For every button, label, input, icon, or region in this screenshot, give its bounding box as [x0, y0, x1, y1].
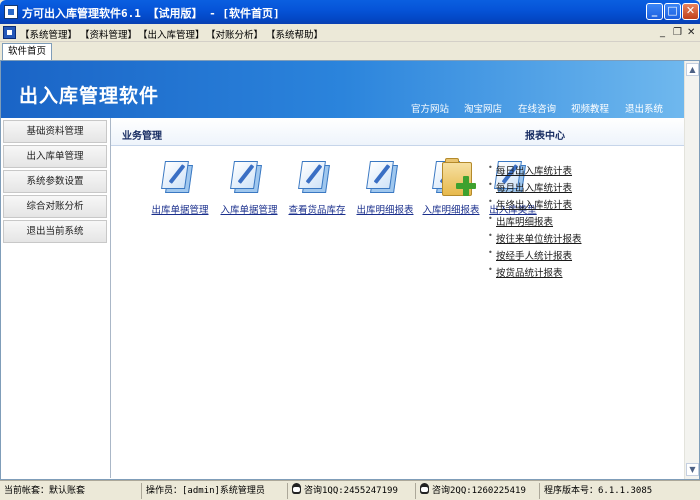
banner-title: 出入库管理软件	[19, 85, 160, 107]
report-list: • 每日出入库统计表 • 每月出入库统计表 • 年终出入库统计表 • 出库明细报表 • 按…	[488, 163, 582, 282]
qq2-text: 咨询2QQ:1260225419	[432, 486, 526, 496]
report-item[interactable]: • 按往来单位统计报表	[488, 231, 582, 248]
qq-icon	[292, 483, 301, 494]
menu-reconcile[interactable]: 【对账分析】	[206, 27, 263, 41]
window-title: 方可出入库管理软件6.1 【试用版】 - [软件首页]	[22, 7, 280, 20]
tab-strip: 软件首页	[0, 42, 700, 60]
sidebar: 基础资料管理 出入库单管理 系统参数设置 综合对账分析 退出当前系统	[1, 118, 111, 478]
app-icon	[4, 5, 18, 19]
module-outbound-detail-report[interactable]: 出库明细报表	[350, 161, 420, 216]
status-bar: 当前帐套：默认账套 操作员：[admin]系统管理员 咨询1QQ:2455247…	[0, 480, 700, 500]
sidebar-item-stock-orders[interactable]: 出入库单管理	[3, 145, 107, 168]
document-pen-icon	[366, 161, 402, 197]
module-label[interactable]: 查看货品库存	[282, 202, 352, 216]
module-inbound-orders[interactable]: 入库单据管理	[214, 161, 284, 216]
document-pen-icon	[230, 161, 266, 197]
minimize-button[interactable]: _	[646, 3, 663, 20]
close-button[interactable]: ✕	[682, 3, 699, 20]
nav-exit-system[interactable]: 退出系统	[625, 101, 663, 115]
module-label[interactable]: 出库明细报表	[350, 202, 420, 216]
report-item[interactable]: • 每日出入库统计表	[488, 163, 582, 180]
mdi-close-button[interactable]: ✕	[687, 27, 695, 38]
qq-icon	[420, 483, 429, 494]
qq1-text: 咨询1QQ:2455247199	[304, 486, 398, 496]
status-operator: 操作员：[admin]系统管理员	[142, 483, 288, 499]
status-qq1: 咨询1QQ:2455247199	[288, 483, 416, 499]
sidebar-item-settings[interactable]: 系统参数设置	[3, 170, 107, 193]
section-header: 业务管理 报表中心	[111, 118, 684, 146]
bullet-icon: •	[488, 265, 493, 274]
maximize-button[interactable]: □	[664, 3, 681, 20]
menu-stock[interactable]: 【出入库管理】	[138, 27, 205, 41]
report-item[interactable]: • 按经手人统计报表	[488, 248, 582, 265]
status-qq2: 咨询2QQ:1260225419	[416, 483, 540, 499]
module-label[interactable]: 出库单据管理	[145, 202, 215, 216]
folder-add-icon[interactable]	[442, 158, 476, 196]
bullet-icon: •	[488, 248, 493, 257]
mdi-minimize-button[interactable]: _	[660, 27, 665, 38]
nav-official-site[interactable]: 官方网站	[411, 101, 449, 115]
report-item[interactable]: • 年终出入库统计表	[488, 197, 582, 214]
report-item[interactable]: • 按货品统计报表	[488, 265, 582, 282]
bullet-icon: •	[488, 163, 493, 172]
report-item[interactable]: • 每月出入库统计表	[488, 180, 582, 197]
content-frame: 出入库管理软件 官方网站 淘宝网店 在线咨询 视频教程 退出系统 ▲ ▼ 基础资…	[0, 60, 700, 480]
bullet-icon: •	[488, 180, 493, 189]
menu-data[interactable]: 【资料管理】	[80, 27, 137, 41]
bullet-icon: •	[488, 214, 493, 223]
module-label[interactable]: 入库单据管理	[214, 202, 284, 216]
title-bar: 方可出入库管理软件6.1 【试用版】 - [软件首页] _ □ ✕	[0, 0, 700, 24]
status-account: 当前帐套：默认账套	[0, 483, 142, 499]
nav-video-tutorial[interactable]: 视频教程	[571, 101, 609, 115]
section-title-business: 业务管理	[122, 131, 162, 142]
sidebar-item-basic-data[interactable]: 基础资料管理	[3, 120, 107, 143]
sidebar-item-exit[interactable]: 退出当前系统	[3, 220, 107, 243]
module-label[interactable]: 入库明细报表	[416, 202, 486, 216]
nav-online-consult[interactable]: 在线咨询	[518, 101, 556, 115]
sidebar-item-reconcile[interactable]: 综合对账分析	[3, 195, 107, 218]
section-title-reports: 报表中心	[525, 131, 565, 142]
scroll-down-icon[interactable]: ▼	[686, 463, 699, 476]
bullet-icon: •	[488, 231, 493, 240]
scroll-up-icon[interactable]: ▲	[686, 63, 699, 76]
bullet-icon: •	[488, 197, 493, 206]
menu-system[interactable]: 【系统管理】	[20, 27, 77, 41]
menu-help[interactable]: 【系统帮助】	[266, 27, 323, 41]
module-view-inventory[interactable]: 查看货品库存	[282, 161, 352, 216]
tab-home[interactable]: 软件首页	[2, 43, 53, 60]
mdi-restore-button[interactable]: ❐	[673, 27, 682, 38]
nav-taobao-shop[interactable]: 淘宝网店	[464, 101, 502, 115]
window-menu-icon[interactable]	[3, 26, 16, 39]
module-outbound-orders[interactable]: 出库单据管理	[145, 161, 215, 216]
report-item[interactable]: • 出库明细报表	[488, 214, 582, 231]
banner: 出入库管理软件 官方网站 淘宝网店 在线咨询 视频教程 退出系统	[1, 61, 684, 118]
status-version: 程序版本号：6.1.1.3085	[544, 486, 653, 496]
document-pen-icon	[161, 161, 197, 197]
menu-bar: 【系统管理】 【资料管理】 【出入库管理】 【对账分析】 【系统帮助】 _ ❐ …	[0, 24, 700, 42]
vertical-scrollbar[interactable]: ▲ ▼	[684, 61, 699, 479]
document-pen-icon	[298, 161, 334, 197]
